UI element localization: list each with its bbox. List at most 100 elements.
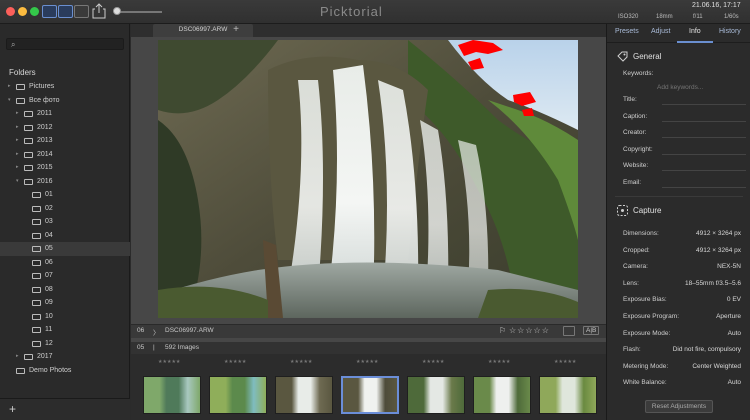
search-box[interactable]: ⌕ <box>6 38 124 50</box>
crop-icon[interactable] <box>563 326 575 336</box>
sidebar-folder-item[interactable]: 05 <box>0 242 130 256</box>
filmstrip: ★★★★★ ★★★★★ ★★★★★ ★★★★★ ★★★★★ ★★★★★ ★★★★★ <box>131 354 606 420</box>
sidebar-folder-item[interactable]: 12 <box>0 337 130 351</box>
metadata-field-label: Email: <box>623 178 642 186</box>
tab-label: DSC06997.ARW <box>178 26 228 33</box>
filmstrip-thumbnail[interactable] <box>341 376 399 414</box>
sidebar-folder-item[interactable]: ▾ 2016 <box>0 175 130 189</box>
capture-row: Camera: NEX-5N <box>623 263 741 272</box>
thumbnail-rating[interactable]: ★★★★★ <box>356 359 378 365</box>
share-icon[interactable] <box>92 3 106 19</box>
filmstrip-thumbnail[interactable] <box>407 376 465 414</box>
filmstrip-thumbnail[interactable] <box>275 376 333 414</box>
folder-icon <box>32 232 41 239</box>
capture-value: Aperture <box>716 313 741 320</box>
zoom-slider-handle[interactable] <box>113 7 121 15</box>
folder-icon <box>32 219 41 225</box>
filmstrip-thumbnail[interactable] <box>473 376 531 414</box>
zoom-slider-track[interactable] <box>116 11 162 13</box>
disclosure-closed-icon[interactable]: ▸ <box>16 350 19 364</box>
disclosure-closed-icon[interactable]: ▸ <box>8 80 11 94</box>
sidebar-folder-item[interactable]: 07 <box>0 269 130 283</box>
thumbnail-rating[interactable]: ★★★★★ <box>224 359 246 365</box>
folder-icon <box>32 205 41 212</box>
app-title: Picktorial <box>320 4 383 19</box>
disclosure-closed-icon[interactable]: ▸ <box>16 134 19 148</box>
metadata-field-input[interactable] <box>662 170 746 171</box>
tab-presets[interactable]: Presets <box>615 28 639 35</box>
folder-icon <box>16 97 25 104</box>
metadata-field-input[interactable] <box>662 153 746 155</box>
sidebar-folder-item[interactable]: ▸ 2012 <box>0 121 130 135</box>
chevron-right-icon[interactable]: 〉 <box>153 327 160 337</box>
sidebar-folder-item[interactable]: 11 <box>0 323 130 337</box>
folder-icon <box>32 286 41 293</box>
metadata-field-input[interactable] <box>662 137 746 138</box>
filmstrip-thumbnail[interactable] <box>539 376 597 414</box>
metadata-field-label: Copyright: <box>623 145 653 153</box>
filmstrip-thumbnail[interactable] <box>209 376 267 414</box>
sidebar-folder-item[interactable]: 01 <box>0 188 130 202</box>
folder-icon <box>24 178 33 185</box>
disclosure-closed-icon[interactable]: ▸ <box>16 107 19 121</box>
sidebar-folder-label: 04 <box>45 231 53 239</box>
capture-value: NEX-5N <box>717 263 741 271</box>
sidebar-folder-item[interactable]: ▸ 2015 <box>0 161 130 175</box>
thumbnail-rating[interactable]: ★★★★★ <box>554 359 576 365</box>
sidebar-folder-item[interactable]: ▾ Все фото <box>0 94 130 108</box>
disclosure-closed-icon[interactable]: ▸ <box>16 148 19 162</box>
waterfall-photo-image <box>158 40 578 318</box>
folder-icon <box>32 273 41 279</box>
star-rating[interactable]: ☆☆☆☆☆ <box>509 326 550 335</box>
sidebar-folder-item[interactable]: 09 <box>0 296 130 310</box>
filmstrip-thumbnail[interactable] <box>143 376 201 414</box>
sidebar-folder-item[interactable]: ▸ 2014 <box>0 148 130 162</box>
folder-icon <box>32 246 41 252</box>
capture-value: 0 EV <box>726 296 741 304</box>
thumbnail-rating[interactable]: ★★★★★ <box>158 359 180 365</box>
capture-label: Lens: <box>623 279 639 287</box>
metadata-field-input[interactable] <box>662 104 746 105</box>
thumbnail-rating[interactable]: ★★★★★ <box>488 359 510 365</box>
metadata-field-input[interactable] <box>662 186 746 188</box>
thumbnail-rating[interactable]: ★★★★★ <box>290 359 312 365</box>
minimize-window-button[interactable] <box>18 7 27 16</box>
sidebar-folder-item[interactable]: ▸ Pictures <box>0 80 130 94</box>
sidebar-folder-item[interactable]: Demo Photos <box>0 364 130 378</box>
close-window-button[interactable] <box>6 7 15 16</box>
sidebar-folder-item[interactable]: 04 <box>0 229 130 243</box>
sidebar-folder-item[interactable]: ▸ 2011 <box>0 107 130 121</box>
sidebar-folder-item[interactable]: 02 <box>0 202 130 216</box>
inspector-panel: Presets Adjust Info History General Keyword… <box>606 24 750 420</box>
search-input[interactable] <box>21 39 121 49</box>
filmstrip-view-button[interactable] <box>58 5 73 18</box>
metadata-field-input[interactable] <box>662 120 746 122</box>
flag-icon[interactable]: ⚐ <box>499 326 506 335</box>
disclosure-closed-icon[interactable]: ▸ <box>16 161 19 175</box>
disclosure-open-icon[interactable]: ▾ <box>8 94 11 108</box>
tab-adjust[interactable]: Adjust <box>651 28 670 35</box>
sidebar-folder-label: 12 <box>45 339 53 347</box>
tab-info[interactable]: Info <box>689 28 701 35</box>
sidebar-folder-item[interactable]: ▸ 2017 <box>0 350 130 364</box>
add-folder-icon[interactable]: + <box>9 402 16 416</box>
browser-view-button[interactable] <box>42 5 57 18</box>
sidebar-folder-item[interactable]: 03 <box>0 215 130 229</box>
sidebar-folder-item[interactable]: ▸ 2013 <box>0 134 130 148</box>
compare-ab-button[interactable]: A|B <box>583 326 600 335</box>
disclosure-open-icon[interactable]: ▾ <box>16 175 19 189</box>
single-view-button[interactable] <box>74 5 89 18</box>
zoom-window-button[interactable] <box>30 7 39 16</box>
sidebar-folder-item[interactable]: 10 <box>0 310 130 324</box>
disclosure-closed-icon[interactable]: ▸ <box>16 121 19 135</box>
sidebar-folder-item[interactable]: 06 <box>0 256 130 270</box>
tab-history[interactable]: History <box>719 28 741 35</box>
thumbnail-rating[interactable]: ★★★★★ <box>422 359 444 365</box>
keywords-input[interactable] <box>657 82 750 92</box>
sidebar-folder-label: 2014 <box>37 150 53 158</box>
add-tab-button[interactable]: + <box>229 24 243 36</box>
section-divider <box>615 196 743 197</box>
main-photo[interactable] <box>158 40 578 318</box>
reset-adjustments-button[interactable]: Reset Adjustments <box>645 400 713 413</box>
sidebar-folder-item[interactable]: 08 <box>0 283 130 297</box>
